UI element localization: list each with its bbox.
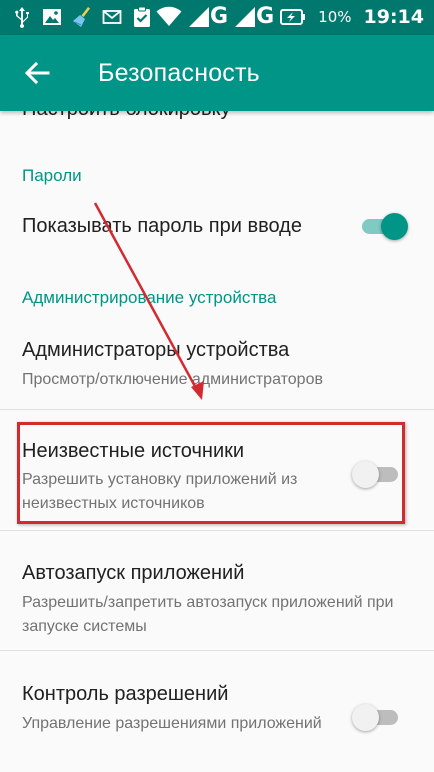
device-admins-row[interactable] — [0, 321, 434, 409]
permission-control-toggle[interactable] — [352, 702, 402, 732]
unknown-sources-title: Неизвестные источники — [22, 440, 245, 462]
notification-icons — [12, 6, 152, 28]
app-bar: Безопасность — [0, 35, 434, 111]
broom-icon — [73, 7, 90, 27]
signal-icon — [189, 7, 210, 27]
toggle-thumb — [352, 461, 379, 488]
permission-control-summary: Управление разрешениями приложений — [22, 715, 322, 732]
section-header-device-admin: Администрирование устройства — [22, 288, 277, 307]
network-type-label: G — [256, 4, 275, 29]
network-type-label: G — [210, 4, 229, 29]
wifi-icon — [156, 6, 182, 27]
toggle-thumb — [381, 213, 408, 240]
clipboard-check-icon — [134, 6, 150, 27]
device-admins-title: Администраторы устройства — [22, 339, 290, 361]
permission-control-title: Контроль разрешений — [22, 683, 229, 705]
signal-icon — [235, 7, 256, 27]
show-password-toggle[interactable] — [358, 211, 408, 241]
autostart-title: Автозапуск приложений — [22, 562, 245, 584]
battery-charging-icon — [280, 9, 306, 25]
battery-percent: 10% — [318, 8, 352, 26]
mail-icon — [102, 10, 122, 24]
status-bar: G G 10% 19:14 — [0, 0, 434, 35]
device-admins-summary: Просмотр/отключение администраторов — [22, 371, 323, 388]
autostart-summary: Разрешить/запретить автозапуск приложени… — [22, 594, 394, 635]
system-icons: G G 10% 19:14 — [156, 3, 424, 31]
back-button[interactable] — [18, 55, 58, 91]
show-password-title: Показывать пароль при вводе — [22, 215, 302, 237]
lock-setup-item-label[interactable]: Настроить блокировку — [22, 111, 231, 121]
clock: 19:14 — [363, 6, 424, 28]
toggle-thumb — [352, 704, 379, 731]
page-title: Безопасность — [98, 59, 260, 87]
image-icon — [43, 9, 61, 25]
unknown-sources-toggle[interactable] — [352, 459, 402, 489]
section-header-passwords: Пароли — [22, 166, 82, 185]
unknown-sources-summary: Разрешить установку приложений из неизве… — [22, 471, 298, 512]
usb-icon — [15, 7, 29, 28]
arrow-left-icon — [24, 61, 50, 85]
settings-list[interactable]: Настроить блокировку Пароли Показывать п… — [0, 111, 434, 772]
